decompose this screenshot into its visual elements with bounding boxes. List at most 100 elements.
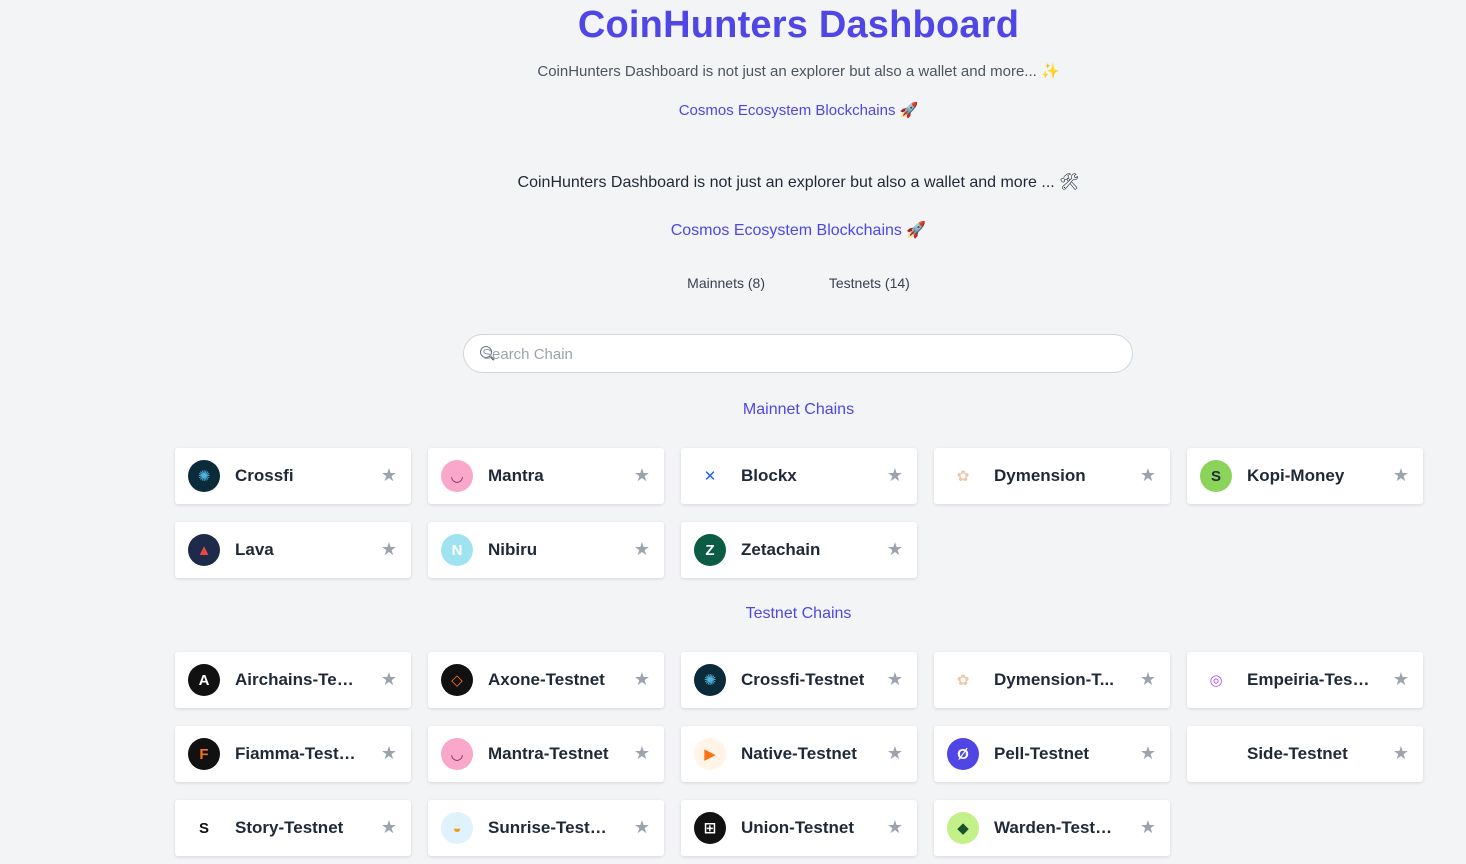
chain-logo-icon: ✿: [947, 664, 979, 696]
search-input[interactable]: [480, 335, 1084, 374]
chain-logo-icon: ◡: [441, 460, 473, 492]
star-icon[interactable]: ★: [1393, 465, 1409, 485]
chain-card[interactable]: F Fiamma-Testnet ★: [175, 726, 411, 782]
chain-card[interactable]: S Kopi-Money ★: [1187, 448, 1423, 504]
chain-card[interactable]: ✺ Crossfi-Testnet ★: [681, 652, 917, 708]
chain-card[interactable]: ◡ Mantra ★: [428, 448, 664, 504]
page-title: CoinHunters Dashboard: [577, 4, 1020, 46]
chain-logo-icon: ▶: [694, 738, 726, 770]
chain-card[interactable]: ◒ Sunrise-Testnet ★: [428, 800, 664, 856]
chain-name: Mantra-Testnet: [488, 744, 609, 763]
chain-card[interactable]: ◡ Mantra-Testnet ★: [428, 726, 664, 782]
chain-card[interactable]: Ø Pell-Testnet ★: [934, 726, 1170, 782]
chain-logo-icon: Z: [694, 534, 726, 566]
chain-name: Airchains-Tes...: [235, 670, 360, 689]
star-icon[interactable]: ★: [1393, 669, 1409, 689]
chain-logo-icon: ◒: [441, 812, 473, 844]
star-icon[interactable]: ★: [1393, 743, 1409, 763]
star-icon[interactable]: ★: [887, 743, 903, 763]
chain-logo-icon: Ø: [947, 738, 979, 770]
star-icon[interactable]: ★: [381, 669, 397, 689]
chain-card[interactable]: ✕ Blockx ★: [681, 448, 917, 504]
chain-card[interactable]: ▲ Lava ★: [175, 522, 411, 578]
star-icon[interactable]: ★: [381, 465, 397, 485]
chain-name: Warden-Testnet: [994, 818, 1119, 837]
star-icon[interactable]: ★: [887, 817, 903, 837]
chain-name: Native-Testnet: [741, 744, 857, 763]
chain-name: Story-Testnet: [235, 818, 344, 837]
star-icon[interactable]: ★: [381, 743, 397, 763]
tab-testnets[interactable]: Testnets (14): [829, 275, 910, 291]
star-icon[interactable]: ★: [381, 539, 397, 559]
chain-logo-icon: S: [188, 812, 220, 844]
star-icon[interactable]: ★: [887, 669, 903, 689]
star-icon[interactable]: ★: [887, 539, 903, 559]
network-tabs: Mainnets (8) Testnets (14): [0, 275, 1466, 291]
chain-logo-icon: ◆: [947, 812, 979, 844]
chain-card[interactable]: ◆ Warden-Testnet ★: [934, 800, 1170, 856]
star-icon[interactable]: ★: [1140, 465, 1156, 485]
chain-logo-icon: A: [188, 664, 220, 696]
chain-logo-icon: ◡: [441, 738, 473, 770]
testnet-chain-grid: A Airchains-Tes... ★ ◇ Axone-Testnet ★ ✺ Crossf…: [175, 652, 1423, 856]
cosmos-ecosystem-link-secondary[interactable]: Cosmos Ecosystem Blockchains 🚀: [0, 220, 1466, 240]
chain-name: Blockx: [741, 466, 797, 485]
chain-name: Mantra: [488, 466, 544, 485]
star-icon[interactable]: ★: [1140, 669, 1156, 689]
chain-logo-icon: F: [188, 738, 220, 770]
chain-logo-icon: S: [1200, 460, 1232, 492]
star-icon[interactable]: ★: [634, 817, 650, 837]
page-subtitle-secondary: CoinHunters Dashboard is not just an exp…: [517, 174, 1080, 191]
chain-card[interactable]: A Airchains-Tes... ★: [175, 652, 411, 708]
chain-logo-icon: ◎: [1200, 664, 1232, 696]
testnet-section-title: Testnet Chains: [745, 605, 852, 622]
chain-name: Dymension: [994, 466, 1086, 485]
mainnet-section-title: Mainnet Chains: [742, 401, 855, 418]
chain-logo-icon: ⊞: [694, 812, 726, 844]
chain-logo-icon: N: [441, 534, 473, 566]
tab-mainnets[interactable]: Mainnets (8): [687, 275, 765, 291]
chain-name: Kopi-Money: [1247, 466, 1345, 485]
chain-logo-icon: ✺: [694, 664, 726, 696]
chain-card[interactable]: ✿ Dymension-T... ★: [934, 652, 1170, 708]
star-icon[interactable]: ★: [1140, 817, 1156, 837]
chain-card[interactable]: ◇ Axone-Testnet ★: [428, 652, 664, 708]
chain-logo-icon: ▲: [188, 534, 220, 566]
chain-name: Side-Testnet: [1247, 744, 1348, 763]
chain-card[interactable]: Side-Testnet ★: [1187, 726, 1423, 782]
star-icon[interactable]: ★: [634, 539, 650, 559]
chain-name: Pell-Testnet: [994, 744, 1090, 763]
chain-logo-icon: ✕: [694, 460, 726, 492]
star-icon[interactable]: ★: [634, 669, 650, 689]
chain-logo-icon: ✺: [188, 460, 220, 492]
chain-card[interactable]: ▶ Native-Testnet ★: [681, 726, 917, 782]
chain-name: Union-Testnet: [741, 818, 855, 837]
chain-name: Nibiru: [488, 540, 538, 559]
chain-logo-icon: [1200, 738, 1232, 770]
star-icon[interactable]: ★: [887, 465, 903, 485]
chain-card[interactable]: Z Zetachain ★: [681, 522, 917, 578]
chain-name: Zetachain: [741, 540, 821, 559]
chain-name: Axone-Testnet: [488, 670, 605, 689]
star-icon[interactable]: ★: [381, 817, 397, 837]
chain-card[interactable]: ✿ Dymension ★: [934, 448, 1170, 504]
star-icon[interactable]: ★: [1140, 743, 1156, 763]
chain-card[interactable]: ⊞ Union-Testnet ★: [681, 800, 917, 856]
chain-name: Fiamma-Testnet: [235, 744, 360, 763]
star-icon[interactable]: ★: [634, 743, 650, 763]
cosmos-ecosystem-link[interactable]: Cosmos Ecosystem Blockchains 🚀: [0, 101, 1466, 119]
star-icon[interactable]: ★: [634, 465, 650, 485]
chain-name: Dymension-T...: [994, 670, 1114, 689]
mainnet-chain-grid: ✺ Crossfi ★ ◡ Mantra ★ ✕ Blockx ★ ✿ Dymension ★ S Kop…: [175, 448, 1423, 578]
page-subtitle: CoinHunters Dashboard is not just an exp…: [537, 63, 1060, 80]
chain-card[interactable]: ◎ Empeiria-Test... ★: [1187, 652, 1423, 708]
chain-logo-icon: ✿: [947, 460, 979, 492]
chain-name: Sunrise-Testnet: [488, 818, 613, 837]
chain-card[interactable]: N Nibiru ★: [428, 522, 664, 578]
chain-card[interactable]: S Story-Testnet ★: [175, 800, 411, 856]
chain-name: Crossfi: [235, 466, 294, 485]
chain-name: Crossfi-Testnet: [741, 670, 865, 689]
chain-card[interactable]: ✺ Crossfi ★: [175, 448, 411, 504]
search-bar: [463, 334, 1133, 374]
chain-logo-icon: ◇: [441, 664, 473, 696]
